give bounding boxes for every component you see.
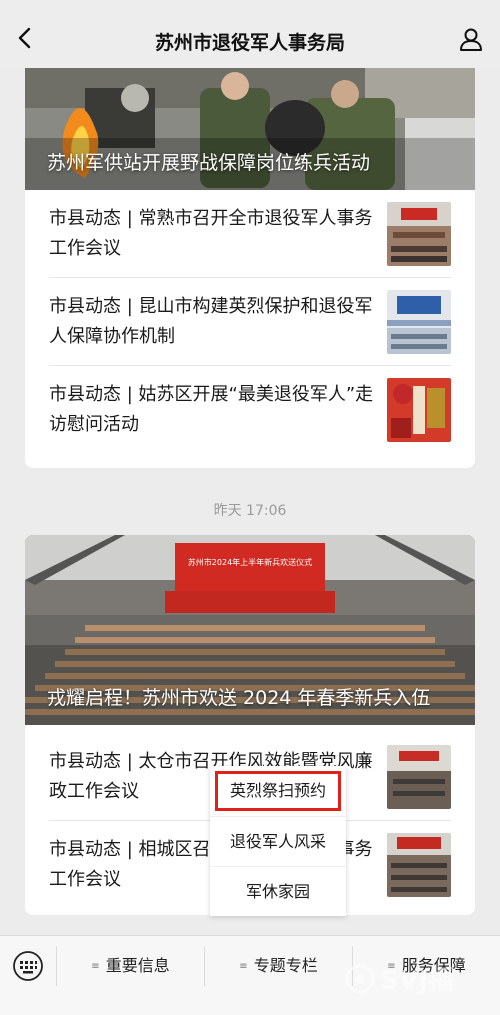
page-title: 苏州市退役军人事务局 xyxy=(154,32,345,54)
article-thumbnail xyxy=(387,745,451,809)
hero-caption: 苏州军供站开展野战保障岗位练兵活动 xyxy=(47,152,371,174)
hero-article[interactable]: 苏州军供站开展野战保障岗位练兵活动 xyxy=(25,68,475,190)
menu-icon: ≡ xyxy=(239,960,248,972)
article-title: 市县动态 | 常熟市召开全市退役军人事务工作会议 xyxy=(49,208,373,259)
menu-item-martyr-tomb-booking[interactable]: 英烈祭扫预约 xyxy=(210,766,346,816)
article-thumbnail xyxy=(387,290,451,354)
list-item[interactable]: 市县动态 | 昆山市构建英烈保护和退役军人保障协作机制 xyxy=(25,278,475,366)
top-nav-bar: 苏州市退役军人事务局 xyxy=(0,0,500,68)
article-thumbnail xyxy=(387,202,451,266)
article-title: 市县动态 | 昆山市构建英烈保护和退役军人保障协作机制 xyxy=(49,296,373,347)
watermark-logo: SVJ播 xyxy=(345,964,456,996)
tab-label: 专题专栏 xyxy=(253,956,318,975)
menu-tab-important-info[interactable]: ≡ 重要信息 xyxy=(57,948,204,984)
menu-item-retiree-home[interactable]: 军休家园 xyxy=(210,866,346,916)
article-thumbnail xyxy=(387,833,451,897)
menu-tab-special-topics[interactable]: ≡ 专题专栏 xyxy=(205,948,352,984)
menu-item-veteran-showcase[interactable]: 退役军人风采 xyxy=(210,816,346,866)
profile-icon[interactable] xyxy=(458,26,484,52)
hero-article[interactable]: 苏州市2024年上半年新兵欢送仪式 戎耀启程！苏州市欢送 2024 年春季新兵入… xyxy=(25,535,475,725)
tab-label: 重要信息 xyxy=(105,956,170,975)
article-thumbnail xyxy=(387,378,451,442)
timestamp: 昨天 17:06 xyxy=(213,503,287,519)
article-card: 苏州军供站开展野战保障岗位练兵活动 市县动态 | 常熟市召开全市退役军人事务工作… xyxy=(25,68,475,468)
keyboard-icon[interactable] xyxy=(12,950,44,982)
banner-text: 苏州市2024年上半年新兵欢送仪式 xyxy=(188,557,312,567)
list-item[interactable]: 市县动态 | 常熟市召开全市退役军人事务工作会议 xyxy=(25,190,475,278)
watermark-text: SVJ播 xyxy=(380,966,456,996)
article-title: 市县动态 | 姑苏区开展“最美退役军人”走访慰问活动 xyxy=(49,384,374,435)
submenu-popup: 英烈祭扫预约 退役军人风采 军休家园 xyxy=(210,766,346,916)
list-item[interactable]: 市县动态 | 姑苏区开展“最美退役军人”走访慰问活动 xyxy=(25,366,475,454)
menu-icon: ≡ xyxy=(91,960,100,972)
hero-caption: 戎耀启程！苏州市欢送 2024 年春季新兵入伍 xyxy=(47,687,431,709)
